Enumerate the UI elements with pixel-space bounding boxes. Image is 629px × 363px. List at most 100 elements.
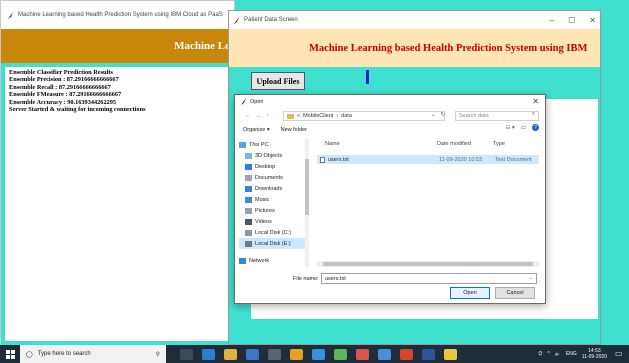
people-icon[interactable]: ⛭ (538, 351, 542, 357)
nav-item-videos[interactable]: Videos (239, 216, 309, 227)
view-options-icon[interactable]: ☷ ▾ (506, 125, 515, 131)
nav-item-local-disk-e[interactable]: Local Disk (E:) (239, 238, 309, 249)
organize-menu[interactable]: Organize ▾ (243, 127, 270, 133)
store-icon[interactable] (246, 348, 259, 360)
close-button[interactable]: ✕ (589, 16, 596, 25)
nav-item-3d-objects[interactable]: 3D Objects (239, 150, 309, 161)
nav-item-network[interactable]: Network (239, 255, 309, 266)
app-icon[interactable] (378, 348, 391, 360)
nav-item-downloads[interactable]: Downloads (239, 183, 309, 194)
nav-item-music[interactable]: Music (239, 194, 309, 205)
search-input[interactable]: Search data ⌕ (455, 111, 539, 121)
taskbar-search-placeholder: Type here to search (37, 351, 91, 357)
patient-window-titlebar[interactable]: Patient Data Screen – ☐ ✕ (229, 11, 600, 29)
server-window-titlebar[interactable]: Machine Learning based Health Prediction… (1, 1, 234, 29)
nav-item-label: Music (255, 196, 270, 203)
nav-item-label: 3D Objects (255, 152, 283, 159)
nav-scrollbar[interactable] (305, 139, 309, 267)
file-list-header: Name Date modified Type (317, 141, 543, 151)
drive-icon (245, 240, 252, 247)
server-log-textarea[interactable]: Ensemble Classifier Prediction Results E… (5, 67, 230, 341)
app-icon[interactable] (400, 348, 413, 360)
chevron-down-icon[interactable]: ⌄ (431, 112, 436, 118)
new-folder-button[interactable]: New folder (281, 127, 307, 133)
file-list-scroll-thumb[interactable] (323, 262, 533, 266)
chrome-icon[interactable] (290, 348, 303, 360)
python-icon[interactable] (444, 348, 457, 360)
desktop-icon (245, 163, 252, 170)
log-line: Server Started & waiting for incoming co… (9, 106, 146, 114)
file-explorer-icon[interactable] (224, 348, 237, 360)
nav-item-label: Desktop (255, 163, 276, 170)
file-name: users.txt (328, 156, 349, 163)
pictures-icon (245, 207, 252, 214)
clock-date: 11-09-2020 (581, 354, 607, 360)
minimize-button[interactable]: – (550, 16, 554, 25)
up-arrow-icon[interactable]: ↑ (266, 113, 269, 119)
nav-item-label: Videos (255, 218, 272, 225)
file-list-scrollbar[interactable] (317, 261, 539, 267)
chevron-down-icon[interactable]: ⌄ (528, 275, 533, 281)
nav-scroll-thumb[interactable] (305, 159, 309, 215)
nav-item-label: Local Disk (E:) (255, 240, 291, 247)
preview-pane-icon[interactable]: ▭ (521, 125, 526, 131)
dialog-title: Open (250, 98, 264, 105)
nav-item-this-pc[interactable]: This PC (239, 139, 309, 150)
back-arrow-icon[interactable]: ← (245, 113, 251, 119)
search-icon: ⌕ (531, 111, 535, 117)
edge-browser-icon[interactable] (202, 348, 215, 360)
chevron-up-icon[interactable]: ^ (547, 351, 549, 357)
file-name-input[interactable]: users.txt ⌄ (321, 273, 537, 284)
app-icon[interactable] (312, 348, 325, 360)
path-segment[interactable]: MobileClient (303, 113, 333, 119)
column-name[interactable]: Name (317, 141, 437, 151)
system-tray: ⛭ ^ 🔈 ENG 14:53 11-09-2020 (538, 345, 607, 363)
navigation-pane: This PC 3D Objects Desktop Documents Dow… (239, 139, 309, 271)
upload-files-button[interactable]: Upload Files (251, 72, 305, 90)
nav-item-label: Local Disk (C:) (255, 229, 292, 236)
column-type[interactable]: Type (493, 141, 543, 151)
refresh-icon[interactable]: ↻ (441, 112, 446, 118)
taskbar: ◯ Type here to search ⚲ ⛭ ^ 🔈 ENG 14:53 … (0, 345, 629, 363)
pdf-reader-icon[interactable] (356, 348, 369, 360)
file-name-label: File name: (293, 276, 319, 282)
documents-icon (245, 174, 252, 181)
app-icon[interactable] (334, 348, 347, 360)
language-indicator[interactable]: ENG (566, 351, 577, 357)
start-button[interactable] (0, 345, 20, 363)
nav-item-label: Documents (255, 174, 283, 181)
nav-item-desktop[interactable]: Desktop (239, 161, 309, 172)
taskbar-search-box[interactable]: ◯ Type here to search ⚲ (20, 345, 166, 363)
app-icon[interactable] (268, 348, 281, 360)
address-bar[interactable]: « MobileClient › data (283, 111, 445, 121)
notification-icon[interactable]: ▭ (615, 349, 625, 359)
volume-icon[interactable]: 🔈 (555, 351, 561, 357)
task-view-icon[interactable] (180, 348, 193, 360)
dialog-titlebar[interactable]: Open ✕ (235, 95, 545, 108)
network-icon (239, 257, 246, 264)
help-icon[interactable]: ? (532, 124, 539, 131)
nav-item-local-disk-c[interactable]: Local Disk (C:) (239, 227, 309, 238)
forward-arrow-icon[interactable]: → (256, 113, 262, 119)
dialog-close-icon[interactable]: ✕ (532, 97, 539, 106)
maximize-button[interactable]: ☐ (568, 16, 575, 25)
python-feather-icon (234, 16, 239, 24)
nav-item-label: Downloads (255, 185, 283, 192)
log-line: Ensemble Classifier Prediction Results (9, 69, 113, 76)
microphone-icon[interactable]: ⚲ (156, 351, 160, 358)
file-date: 11-09-2020 10:53 (439, 156, 483, 163)
nav-item-documents[interactable]: Documents (239, 172, 309, 183)
nav-item-pictures[interactable]: Pictures (239, 205, 309, 216)
cancel-button[interactable]: Cancel (495, 287, 535, 299)
clock[interactable]: 14:53 11-09-2020 (582, 348, 607, 360)
patient-window-title: Patient Data Screen (244, 17, 298, 23)
server-body: Ensemble Classifier Prediction Results E… (1, 63, 236, 345)
drive-icon (245, 229, 252, 236)
word-icon[interactable] (422, 348, 435, 360)
column-date-modified[interactable]: Date modified (437, 141, 493, 151)
open-button[interactable]: Open (450, 287, 490, 299)
videos-icon (245, 218, 252, 225)
path-segment[interactable]: data (341, 113, 352, 119)
log-line: Ensemble Accuracy : 90.1639344262295 (9, 98, 117, 106)
file-row[interactable]: users.txt 11-09-2020 10:53 Text Document (317, 155, 539, 164)
